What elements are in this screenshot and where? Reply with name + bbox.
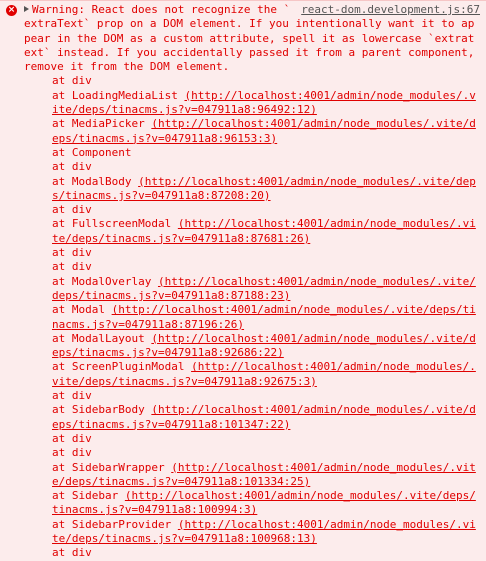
expand-triangle-icon[interactable] xyxy=(24,6,29,12)
stack-frame: at div xyxy=(24,389,480,403)
stack-frame-link[interactable]: (http://localhost:4001/admin/node_module… xyxy=(52,303,476,330)
stack-frame: at LoadingMediaList (http://localhost:40… xyxy=(24,89,480,118)
stack-frame-function: at SidebarProvider xyxy=(52,517,172,531)
error-icon: × xyxy=(6,5,17,16)
stack-frame: at div xyxy=(24,432,480,446)
stack-frame: at div xyxy=(24,260,480,274)
stack-frame-function: at div xyxy=(52,546,92,560)
stack-frame-function: at SidebarBody xyxy=(52,403,145,417)
stack-frame: at SidebarProvider (http://localhost:400… xyxy=(24,518,480,547)
stack-frame: at ModalBody (http://localhost:4001/admi… xyxy=(24,175,480,204)
stack-frame-function: at div xyxy=(52,260,92,274)
stack-trace: at div at LoadingMediaList (http://localh… xyxy=(24,74,480,560)
stack-frame: at div xyxy=(24,74,480,88)
stack-frame-function: at div xyxy=(52,246,92,260)
stack-frame: at Sidebar (http://localhost:4001/admin/… xyxy=(24,489,480,518)
stack-frame-function: at div xyxy=(52,74,92,88)
stack-frame: at SidebarBody (http://localhost:4001/ad… xyxy=(24,403,480,432)
stack-frame-function: at LoadingMediaList xyxy=(52,88,178,102)
stack-frame-function: at SidebarWrapper xyxy=(52,460,165,474)
stack-frame-function: at Sidebar xyxy=(52,489,119,503)
stack-frame: at div xyxy=(24,203,480,217)
stack-frame: at div xyxy=(24,546,480,560)
stack-frame-function: at div xyxy=(52,160,92,174)
stack-frame: at div xyxy=(24,160,480,174)
stack-frame: at ModalLayout (http://localhost:4001/ad… xyxy=(24,332,480,361)
stack-frame: at div xyxy=(24,246,480,260)
stack-frame: at ModalOverlay (http://localhost:4001/a… xyxy=(24,275,480,304)
stack-frame-function: at div xyxy=(52,431,92,445)
stack-frame-function: at ModalBody xyxy=(52,174,132,188)
stack-frame: at MediaPicker (http://localhost:4001/ad… xyxy=(24,117,480,146)
stack-frame-function: at div xyxy=(52,203,92,217)
stack-frame-function: at Modal xyxy=(52,303,105,317)
stack-frame-function: at Component xyxy=(52,145,132,159)
stack-frame-function: at div xyxy=(52,446,92,460)
stack-frame-function: at ScreenPluginModal xyxy=(52,360,185,374)
stack-frame-function: at div xyxy=(52,389,92,403)
stack-frame: at Modal (http://localhost:4001/admin/no… xyxy=(24,303,480,332)
stack-frame-function: at ModalOverlay xyxy=(52,274,152,288)
stack-frame-function: at FullscreenModal xyxy=(52,217,172,231)
stack-frame: at ScreenPluginModal (http://localhost:4… xyxy=(24,360,480,389)
stack-frame-function: at ModalLayout xyxy=(52,331,145,345)
stack-frame: at div xyxy=(24,446,480,460)
stack-frame: at SidebarWrapper (http://localhost:4001… xyxy=(24,461,480,490)
stack-frame: at Component xyxy=(24,146,480,160)
source-link[interactable]: react-dom.development.js:67 xyxy=(301,3,480,17)
stack-frame-function: at MediaPicker xyxy=(52,117,145,131)
console-error-message: × react-dom.development.js:67 Warning: R… xyxy=(0,0,486,561)
stack-frame: at FullscreenModal (http://localhost:400… xyxy=(24,217,480,246)
